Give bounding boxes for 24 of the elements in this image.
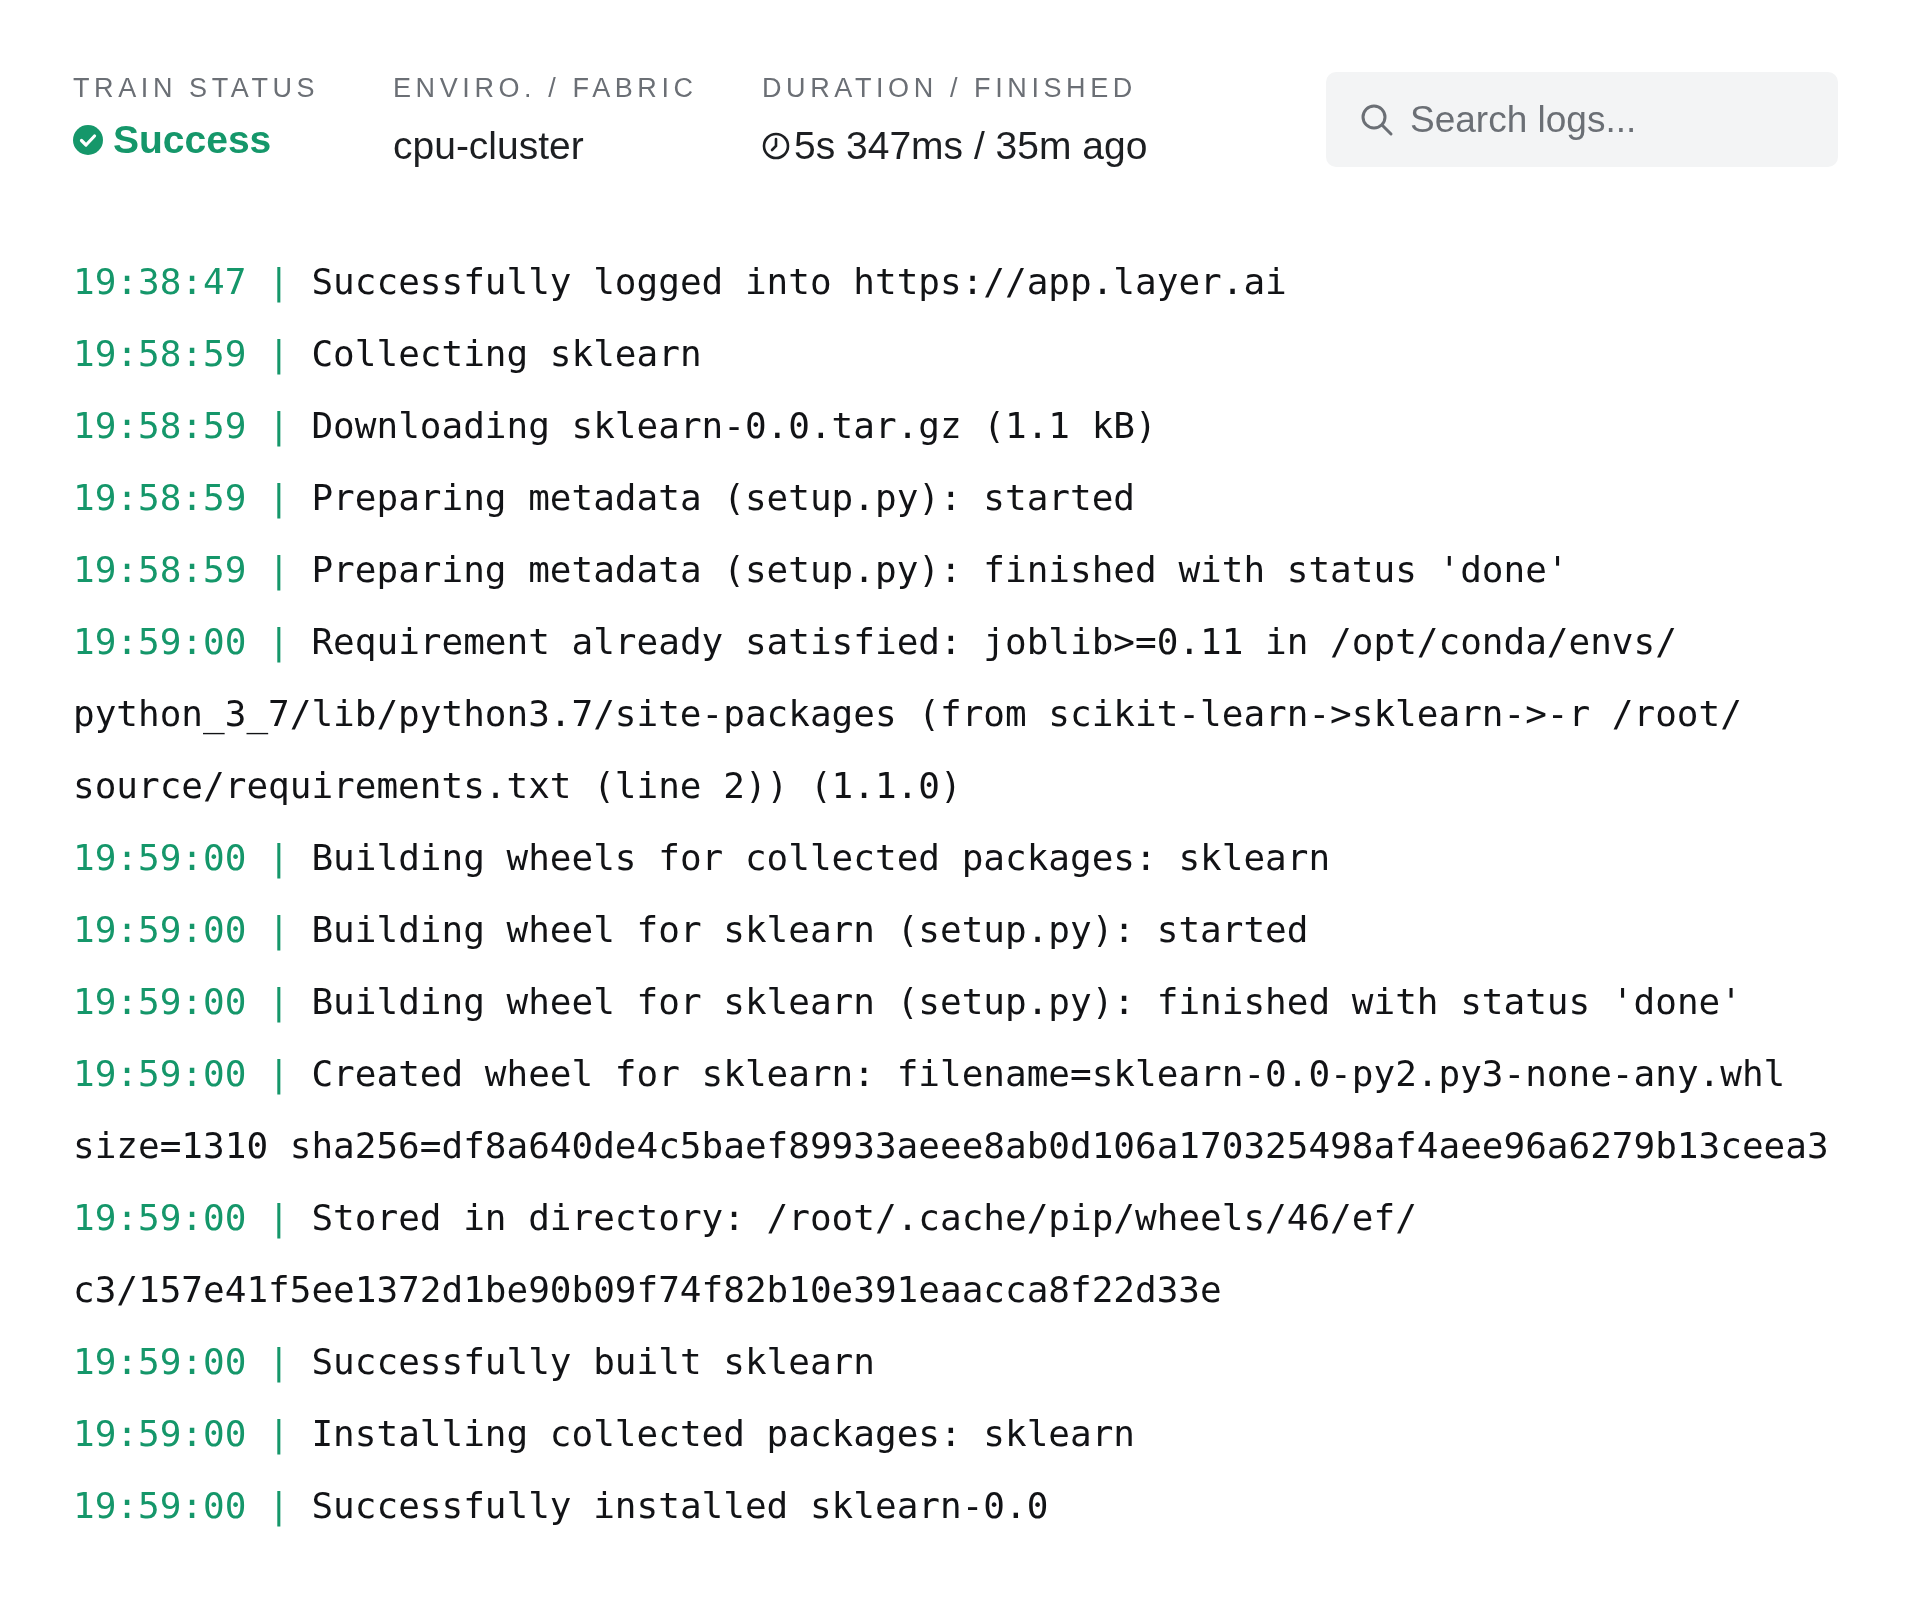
log-line: 19:59:00 | Installing collected packages: sklearn <box>73 1412 1137 1457</box>
search-icon <box>1360 103 1394 137</box>
log-line: 19:59:00 | Successfully installed sklearn-0.0 <box>73 1484 1050 1529</box>
log-line: 19:58:59 | Preparing metadata (setup.py): finished with status 'done' <box>73 548 1570 593</box>
log-line: 19:59:00 | Successfully built sklearn <box>73 1340 876 1385</box>
log-line: 19:59:00 | Building wheels for collected packages: sklearn <box>73 836 1332 881</box>
environment-text: cpu-cluster <box>393 123 584 169</box>
log-line: 19:59:00 | Stored in directory: /root/.cache/pip/wheels/46/ef/ c3/157e41f5ee1372d1be90b09f74f82b10e391eaacca8f22d33e <box>73 1196 1418 1312</box>
check-circle-icon <box>73 125 103 155</box>
search-field[interactable]: Search logs... <box>1326 72 1838 167</box>
log-line: 19:59:00 | Building wheel for sklearn (setup.py): finished with status 'done' <box>73 980 1743 1025</box>
duration-text: 5s 347ms / 35m ago <box>794 123 1148 169</box>
log-line: 19:38:47 | Successfully logged into https://app.layer.ai <box>73 260 1288 305</box>
log-line: 19:58:59 | Collecting sklearn <box>73 332 703 377</box>
log-line: 19:58:59 | Preparing metadata (setup.py): started <box>73 476 1137 521</box>
log-line: 19:59:00 | Requirement already satisfied: joblib>=0.11 in /opt/conda/envs/ python_3_7/lib/python3.7/site-packages (from scikit-learn->sklearn->-r /root/ source/requirements.txt (line 2)) (1.1.0) <box>73 620 1743 808</box>
log-line: 19:59:00 | Created wheel for sklearn: filename=sklearn-0.0-py2.py3-none-any.whl size=1310 sha256=df8a640de4c5baef89933aeee8ab0d106a170325498af4aee96a6279b13ceea3 <box>73 1052 1830 1168</box>
field-label: TRAIN STATUS <box>73 72 321 104</box>
log-line: 19:58:59 | Downloading sklearn-0.0.tar.gz (1.1 kB) <box>73 404 1158 449</box>
log-line: 19:59:00 | Building wheel for sklearn (setup.py): started <box>73 908 1310 953</box>
clock-icon <box>762 132 790 160</box>
status-text: Success <box>113 117 272 163</box>
field-label: DURATION / FINISHED <box>762 72 1138 104</box>
field-label: ENVIRO. / FABRIC <box>393 72 699 104</box>
